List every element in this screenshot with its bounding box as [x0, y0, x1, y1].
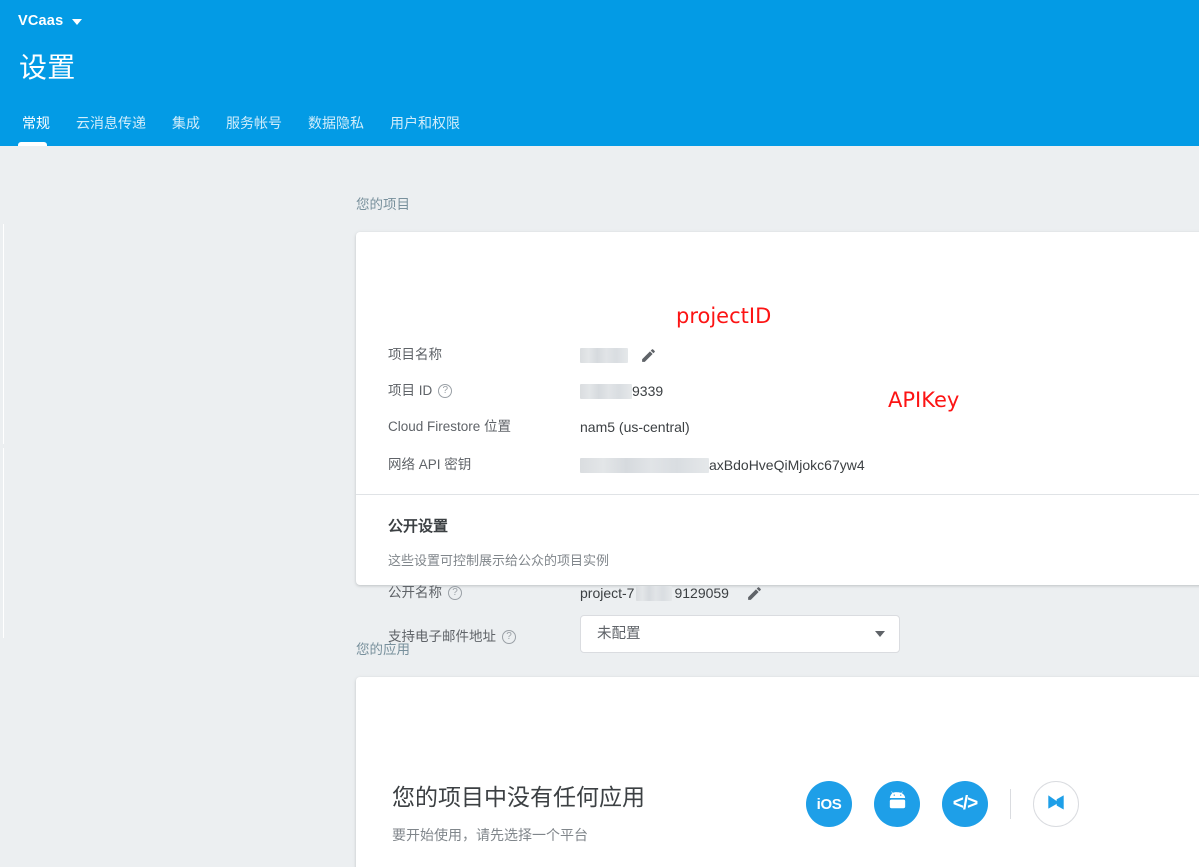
project-details-card: 项目名称 项目 ID ? 9339	[356, 232, 1199, 585]
project-name-value	[580, 347, 657, 364]
tab-integrations[interactable]: 集成	[159, 116, 213, 146]
tab-general[interactable]: 常规	[18, 116, 63, 146]
code-brackets-icon: </>	[953, 793, 977, 815]
brand-name: VCaas	[18, 10, 63, 32]
row-public-name: 公开名称 ? project-7 9129059	[388, 582, 763, 604]
web-api-key-label: 网络 API 密钥	[388, 454, 580, 476]
row-firestore-location: Cloud Firestore 位置 nam5 (us-central)	[388, 416, 690, 438]
add-unity-app-button[interactable]	[1033, 781, 1079, 827]
project-name-redacted	[580, 348, 628, 363]
annotation-projectid: projectID	[676, 304, 771, 328]
public-settings-description: 这些设置可控制展示给公众的项目实例	[388, 552, 609, 570]
tab-data-privacy[interactable]: 数据隐私	[295, 116, 377, 146]
chevron-down-icon	[875, 631, 885, 637]
public-name-label-text: 公开名称	[388, 582, 442, 604]
tab-users-permissions[interactable]: 用户和权限	[377, 116, 473, 146]
tab-cloud-messaging[interactable]: 云消息传递	[63, 116, 159, 146]
brand-bar[interactable]: VCaas	[18, 10, 82, 32]
page-title: 设置	[19, 50, 76, 86]
project-id-value: 9339	[580, 380, 663, 402]
apps-card: 您的项目中没有任何应用 要开始使用，请先选择一个平台 iOS </>	[356, 677, 1199, 867]
settings-content: 您的项目 项目名称 项目 ID ?	[0, 146, 1199, 867]
project-id-label: 项目 ID ?	[388, 380, 580, 402]
public-name-label: 公开名称 ?	[388, 582, 580, 604]
apps-empty-subtitle: 要开始使用，请先选择一个平台	[392, 825, 588, 845]
public-name-value: project-7 9129059	[580, 582, 763, 604]
apps-empty-title: 您的项目中没有任何应用	[392, 781, 645, 813]
add-ios-app-button[interactable]: iOS	[806, 781, 852, 827]
web-api-key-redacted	[580, 458, 709, 473]
project-id-redacted	[580, 384, 632, 399]
row-support-email: 支持电子邮件地址 ?	[388, 626, 580, 648]
support-email-label: 支持电子邮件地址 ?	[388, 626, 580, 648]
annotation-apikey: APIKey	[888, 388, 959, 412]
row-project-id: 项目 ID ? 9339	[388, 380, 663, 402]
unity-icon	[1044, 790, 1068, 819]
public-name-suffix: 9129059	[674, 582, 729, 604]
edit-public-name-pencil-icon[interactable]	[746, 585, 763, 602]
project-id-suffix: 9339	[632, 380, 663, 402]
ios-icon: iOS	[817, 796, 842, 813]
your-project-label: 您的项目	[356, 196, 410, 214]
support-email-select[interactable]: 未配置	[580, 615, 900, 653]
public-name-help-icon[interactable]: ?	[448, 586, 462, 600]
public-name-redacted	[636, 586, 672, 601]
tab-service-accounts[interactable]: 服务帐号	[213, 116, 295, 146]
project-id-label-text: 项目 ID	[388, 380, 432, 402]
public-name-prefix: project-7	[580, 582, 634, 604]
firestore-location-value: nam5 (us-central)	[580, 416, 690, 438]
project-id-help-icon[interactable]: ?	[438, 384, 452, 398]
chevron-down-icon[interactable]	[72, 19, 82, 25]
edit-project-name-pencil-icon[interactable]	[640, 347, 657, 364]
card-divider	[356, 494, 1199, 495]
app-header: VCaas 设置 常规 云消息传递 集成 服务帐号 数据隐私 用户和权限	[0, 0, 1199, 146]
project-name-label: 项目名称	[388, 344, 580, 366]
public-settings-heading: 公开设置	[388, 517, 448, 537]
firestore-location-label: Cloud Firestore 位置	[388, 416, 580, 438]
web-api-key-value: axBdoHveQiMjokc67yw4	[580, 454, 865, 476]
row-project-name: 项目名称	[388, 344, 657, 366]
platform-buttons: iOS </>	[806, 781, 1079, 827]
support-email-selected-value: 未配置	[597, 615, 641, 653]
add-web-app-button[interactable]: </>	[942, 781, 988, 827]
web-api-key-suffix: axBdoHveQiMjokc67yw4	[709, 454, 865, 476]
row-web-api-key: 网络 API 密钥 axBdoHveQiMjokc67yw4	[388, 454, 865, 476]
support-email-help-icon[interactable]: ?	[502, 630, 516, 644]
settings-page: VCaas 设置 常规 云消息传递 集成 服务帐号 数据隐私 用户和权限 您的项…	[0, 0, 1199, 867]
your-apps-label: 您的应用	[356, 641, 410, 659]
platform-divider	[1010, 789, 1011, 819]
add-android-app-button[interactable]	[874, 781, 920, 827]
settings-tabs: 常规 云消息传递 集成 服务帐号 数据隐私 用户和权限	[18, 104, 473, 146]
android-robot-icon	[886, 790, 909, 818]
